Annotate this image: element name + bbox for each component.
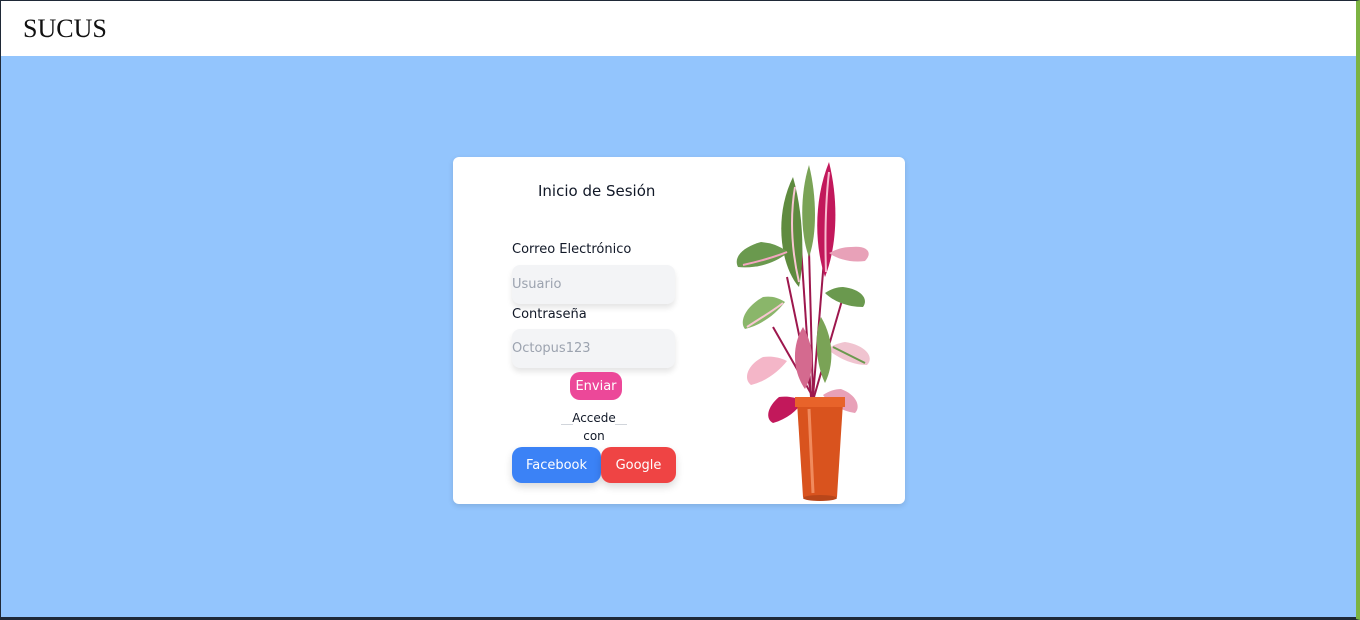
social-divider: Accede con — [561, 409, 627, 445]
email-input[interactable] — [512, 265, 675, 304]
password-label: Contraseña — [512, 307, 587, 322]
divider-line-left — [561, 424, 573, 425]
brand-logo-text[interactable]: SUCUS — [23, 13, 107, 44]
potted-plant-image — [736, 162, 870, 501]
facebook-login-button[interactable]: Facebook — [512, 447, 601, 483]
browser-viewport: SUCUS Inicio de Sesión Correo Electrónic… — [0, 0, 1360, 620]
viewport-bottom-border — [1, 617, 1356, 619]
password-input[interactable] — [512, 329, 675, 368]
email-label: Correo Electrónico — [512, 242, 632, 257]
navbar: SUCUS — [1, 1, 1356, 56]
login-title: Inicio de Sesión — [538, 182, 656, 200]
divider-text: Accede con — [572, 411, 616, 443]
submit-button[interactable]: Enviar — [570, 372, 622, 400]
google-login-button[interactable]: Google — [601, 447, 676, 483]
divider-line-right — [615, 424, 627, 425]
login-card: Inicio de Sesión Correo Electrónico Cont… — [453, 157, 905, 504]
